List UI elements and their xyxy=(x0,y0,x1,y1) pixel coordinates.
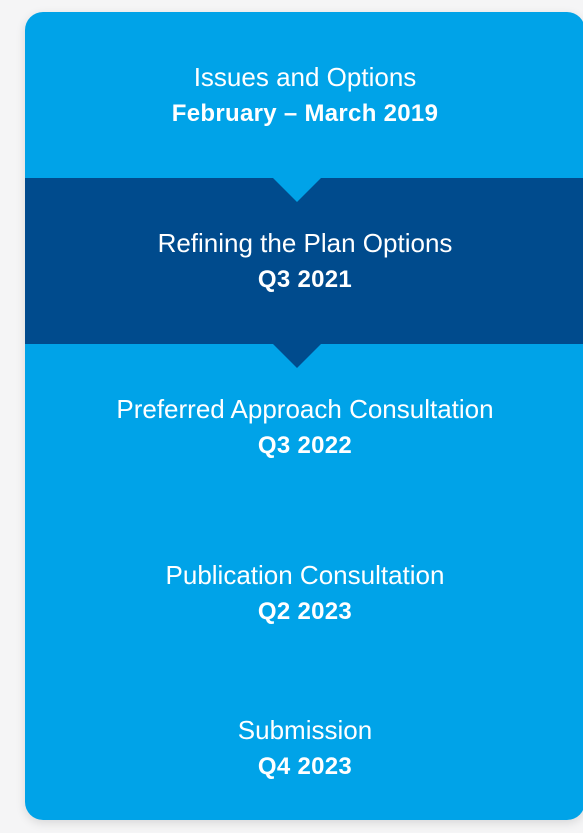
stage-date: Q3 2021 xyxy=(257,266,353,293)
stage-date: Q2 2023 xyxy=(257,598,353,625)
chevron-arrow-4 xyxy=(273,676,321,700)
chevron-arrow-1 xyxy=(273,178,321,202)
stage-date: Q3 2022 xyxy=(257,432,353,459)
stage-issues-and-options: Issues and Options February – March 2019 xyxy=(25,12,583,178)
stage-label: Publication Consultation xyxy=(165,560,445,590)
chevron-arrow-2 xyxy=(273,344,321,368)
stage-label: Issues and Options xyxy=(193,62,417,92)
timeline-card: Issues and Options February – March 2019… xyxy=(25,12,583,820)
stage-label: Refining the Plan Options xyxy=(157,228,453,258)
stage-label: Preferred Approach Consultation xyxy=(116,394,494,424)
stage-date: February – March 2019 xyxy=(171,100,439,127)
chevron-arrow-3 xyxy=(273,510,321,534)
stage-date: Q4 2023 xyxy=(257,753,353,780)
stage-label: Submission xyxy=(237,715,373,745)
